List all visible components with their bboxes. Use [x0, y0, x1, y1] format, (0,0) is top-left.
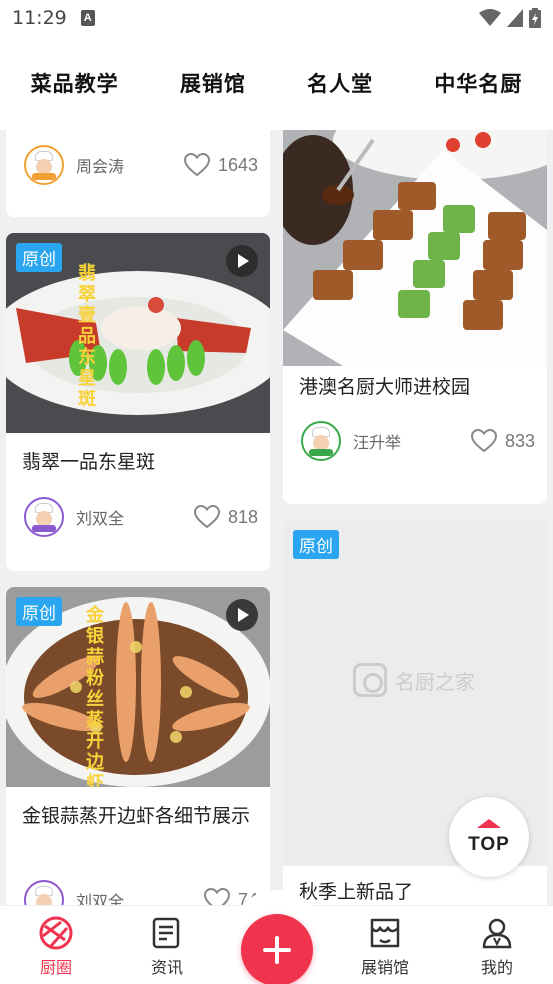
like-button[interactable]: 1643 — [183, 153, 258, 177]
like-count: 833 — [504, 430, 535, 451]
like-count: 1643 — [217, 154, 258, 175]
heart-icon — [470, 429, 497, 453]
heart-icon — [183, 153, 210, 177]
play-icon[interactable] — [226, 245, 258, 277]
nav-label: 厨圈 — [39, 958, 72, 977]
dish-image — [283, 130, 547, 366]
watermark-logo: 名厨之家 — [353, 660, 493, 700]
post-title[interactable]: 港澳名厨大师进校园 — [299, 372, 535, 402]
post-card[interactable]: 金银蒜粉丝蒸开边虾 原创 金银蒜蒸开边虾各细节展示 刘双全 74 — [6, 587, 270, 905]
nav-item-chef-circle[interactable]: 厨圈 — [11, 916, 101, 978]
status-bar: 11:29 A — [0, 0, 553, 36]
feed: 周会涛 1643 翡翠壹品东星斑 原创 翡翠一品东星斑 刘双全 818 金银蒜粉… — [0, 130, 553, 905]
post-meta: 刘双全 74 — [24, 879, 258, 905]
shop-icon — [370, 918, 400, 948]
heart-icon — [203, 888, 230, 905]
news-icon — [152, 917, 180, 949]
notification-icon: A — [80, 10, 95, 26]
post-card[interactable]: 港澳名厨大师进校园 汪升举 833 — [283, 130, 547, 504]
original-badge: 原创 — [16, 243, 62, 272]
category-tabs: 菜品教学 展销馆 名人堂 中华名厨 — [0, 36, 553, 130]
tab-chinese-chefs[interactable]: 中华名厨 — [434, 68, 522, 98]
nav-label: 展销馆 — [360, 958, 409, 977]
avatar[interactable] — [24, 497, 64, 537]
heart-icon — [193, 505, 220, 529]
avatar[interactable] — [24, 880, 64, 905]
nav-label: 我的 — [480, 958, 513, 977]
post-meta: 汪升举 833 — [301, 420, 535, 462]
author-name[interactable]: 刘双全 — [76, 505, 124, 529]
wifi-icon — [479, 9, 501, 26]
watermark-text: 名厨之家 — [395, 669, 475, 694]
top-label: TOP — [468, 833, 510, 855]
scroll-to-top-button[interactable]: TOP — [449, 797, 529, 877]
post-title[interactable]: 金银蒜蒸开边虾各细节展示 — [22, 801, 258, 831]
image-caption: 翡翠壹品东星斑 — [78, 263, 96, 410]
post-image — [283, 130, 547, 366]
nav-label: 资讯 — [150, 958, 183, 977]
author-name[interactable]: 刘双全 — [76, 888, 124, 905]
status-time: 11:29 — [12, 7, 67, 29]
nav-item-news[interactable]: 资讯 — [122, 916, 212, 978]
original-badge: 原创 — [16, 597, 62, 626]
chef-circle-icon — [39, 916, 73, 950]
author-name[interactable]: 汪升举 — [353, 429, 401, 453]
nav-item-exhibition[interactable]: 展销馆 — [340, 916, 430, 978]
tab-exhibition[interactable]: 展销馆 — [180, 68, 246, 98]
arrow-up-icon — [477, 818, 501, 828]
post-meta: 刘双全 818 — [24, 496, 258, 538]
post-meta: 周会涛 1643 — [24, 144, 258, 186]
tab-hall-of-fame[interactable]: 名人堂 — [307, 68, 373, 98]
play-icon[interactable] — [226, 599, 258, 631]
avatar[interactable] — [24, 145, 64, 185]
post-title[interactable]: 翡翠一品东星斑 — [22, 447, 258, 477]
add-post-button[interactable] — [241, 914, 313, 984]
post-title[interactable]: 秋季上新品了 — [299, 877, 535, 905]
post-card[interactable]: 翡翠壹品东星斑 原创 翡翠一品东星斑 刘双全 818 — [6, 233, 270, 571]
camera-icon — [353, 663, 387, 697]
author-name[interactable]: 周会涛 — [76, 153, 124, 177]
avatar[interactable] — [301, 421, 341, 461]
post-card[interactable]: 周会涛 1643 — [6, 130, 270, 217]
tab-dish-teaching[interactable]: 菜品教学 — [31, 68, 119, 98]
like-button[interactable]: 818 — [193, 505, 258, 529]
user-icon — [482, 918, 512, 949]
like-count: 818 — [227, 506, 258, 527]
original-badge: 原创 — [293, 530, 339, 559]
signal-icon — [507, 9, 523, 27]
battery-icon — [529, 8, 541, 28]
like-button[interactable]: 833 — [470, 429, 535, 453]
nav-item-profile[interactable]: 我的 — [452, 916, 542, 978]
image-caption: 金银蒜粉丝蒸开边虾 — [86, 605, 104, 787]
